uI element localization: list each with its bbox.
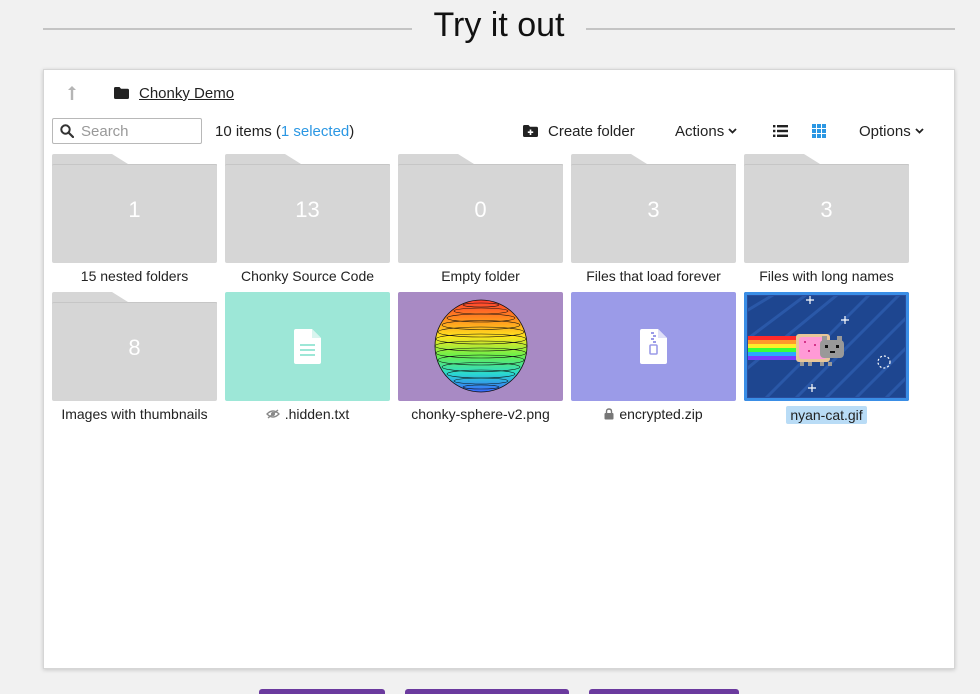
folder-thumbnail[interactable]: 13 (225, 154, 390, 263)
file-name: encrypted.zip (619, 406, 703, 422)
file-tile[interactable]: 3 Files with long names (744, 154, 909, 286)
page-title: Try it out (433, 6, 565, 44)
chevron-down-icon (915, 128, 924, 134)
folder-thumbnail[interactable]: 3 (571, 154, 736, 263)
bottom-button[interactable] (259, 689, 385, 694)
list-icon (773, 125, 788, 137)
search-box[interactable] (52, 118, 202, 144)
folder-plus-icon (523, 125, 538, 137)
file-name: Files with long names (759, 268, 894, 284)
selected-count[interactable]: 1 selected (281, 123, 349, 140)
file-tile[interactable]: 1 15 nested folders (52, 154, 217, 286)
file-name: Files that load forever (586, 268, 721, 284)
folder-item-count: 8 (128, 335, 141, 360)
file-tile[interactable]: nyan-cat.gif (744, 292, 909, 424)
create-folder-label: Create folder (548, 122, 635, 140)
file-tile[interactable]: .hidden.txt (225, 292, 390, 424)
list-view-button[interactable] (773, 121, 788, 141)
search-input[interactable] (81, 121, 197, 141)
divider-right (586, 28, 955, 30)
file-tile[interactable]: 13 Chonky Source Code (225, 154, 390, 286)
lock-icon (604, 408, 614, 420)
folder-thumbnail[interactable]: 3 (744, 154, 909, 263)
options-label: Options (859, 122, 911, 140)
folder-item-count: 3 (647, 197, 660, 222)
chevron-down-icon (728, 128, 737, 134)
file-thumbnail[interactable] (225, 292, 390, 401)
file-name: 15 nested folders (80, 268, 189, 284)
bottom-button[interactable] (589, 689, 739, 694)
file-thumbnail[interactable] (571, 292, 736, 401)
file-browser: Chonky Demo 10 items (1 selected) Create… (43, 69, 955, 669)
item-count-label: 10 items (215, 123, 272, 140)
folder-icon (114, 87, 130, 99)
paren-open: ( (271, 123, 281, 140)
file-name: Chonky Source Code (240, 268, 375, 284)
file-name: chonky-sphere-v2.png (411, 406, 550, 422)
breadcrumb-root[interactable]: Chonky Demo (139, 85, 234, 102)
file-tile[interactable]: 3 Files that load forever (571, 154, 736, 286)
actions-dropdown[interactable]: Actions (675, 121, 737, 141)
folder-thumbnail[interactable]: 0 (398, 154, 563, 263)
folder-item-count: 1 (128, 197, 141, 222)
hero-header: Try it out (43, 0, 955, 56)
folder-item-count: 3 (820, 197, 833, 222)
paren-close: ) (349, 123, 355, 140)
breadcrumb: Chonky Demo (64, 82, 234, 104)
search-icon (60, 124, 75, 143)
file-tile[interactable]: 8 Images with thumbnails (52, 292, 217, 424)
file-tile[interactable]: 0 Empty folder (398, 154, 563, 286)
bottom-button[interactable] (405, 689, 569, 694)
nyan-cat-image (748, 296, 905, 397)
hidden-icon (265, 409, 280, 419)
item-count: 10 items (1 selected) (215, 123, 354, 140)
folder-thumbnail[interactable]: 8 (52, 292, 217, 401)
file-name: .hidden.txt (284, 406, 350, 422)
file-name: Images with thumbnails (61, 406, 208, 422)
folder-thumbnail[interactable]: 1 (52, 154, 217, 263)
actions-label: Actions (675, 122, 725, 140)
file-thumbnail[interactable] (744, 292, 909, 401)
text-file-icon (294, 329, 321, 364)
file-name: Empty folder (441, 268, 520, 284)
file-name: nyan-cat.gif (786, 406, 867, 424)
file-tile[interactable]: encrypted.zip (571, 292, 736, 424)
folder-item-count: 0 (474, 197, 487, 222)
folder-item-count: 13 (295, 197, 320, 222)
options-dropdown[interactable]: Options (859, 121, 924, 141)
sphere-image (434, 299, 528, 393)
zip-file-icon (640, 329, 667, 364)
file-thumbnail[interactable] (398, 292, 563, 401)
grid-icon (812, 124, 826, 138)
file-tile[interactable]: chonky-sphere-v2.png (398, 292, 563, 424)
create-folder-button[interactable]: Create folder (523, 121, 635, 141)
level-up-icon[interactable] (64, 83, 80, 103)
grid-view-button[interactable] (812, 121, 826, 141)
